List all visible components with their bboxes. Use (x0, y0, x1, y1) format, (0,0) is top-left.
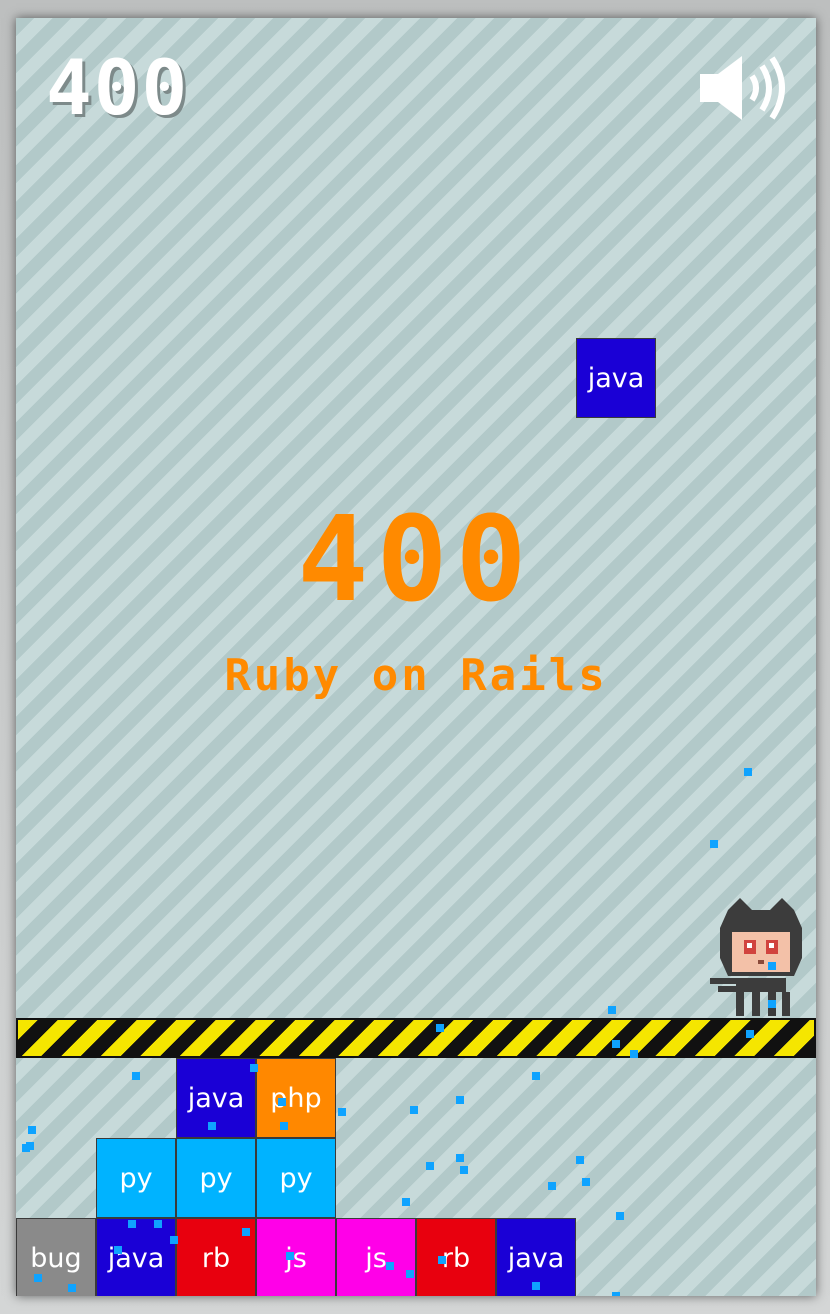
stack-block-php: php (256, 1058, 336, 1138)
stack-block-label: py (279, 1162, 313, 1194)
particle (22, 1144, 30, 1152)
particle (630, 1050, 638, 1058)
particle (406, 1270, 414, 1278)
particle (710, 840, 718, 848)
particle (402, 1198, 410, 1206)
particle (128, 1220, 136, 1228)
speaker-on-icon[interactable] (698, 52, 794, 124)
particle (608, 1006, 616, 1014)
particle (208, 1122, 216, 1130)
stack-block-py: py (96, 1138, 176, 1218)
stack-block-label: bug (30, 1242, 82, 1274)
particle (280, 1122, 288, 1130)
stack-block-label: java (187, 1082, 245, 1114)
stack-block-py: py (176, 1138, 256, 1218)
particle (68, 1284, 76, 1292)
particle (768, 1000, 776, 1008)
hazard-line (16, 1018, 816, 1058)
particle (746, 1030, 754, 1038)
particle (456, 1154, 464, 1162)
score-display: 400 (46, 43, 190, 132)
particle (612, 1040, 620, 1048)
stack-block-js: js (256, 1218, 336, 1296)
particle (438, 1256, 446, 1264)
particle (616, 1212, 624, 1220)
particle (426, 1162, 434, 1170)
particle (410, 1106, 418, 1114)
particle (34, 1274, 42, 1282)
particle (532, 1072, 540, 1080)
particle (460, 1166, 468, 1174)
particle (456, 1096, 464, 1104)
particle (278, 1098, 286, 1106)
particle (582, 1178, 590, 1186)
game-board[interactable]: 400 java 400 Ruby on Rails bug java rb j… (16, 18, 816, 1296)
stack-block-java: java (96, 1218, 176, 1296)
particle (532, 1282, 540, 1290)
stack-block-java: java (176, 1058, 256, 1138)
particle (170, 1236, 178, 1244)
particle (768, 962, 776, 970)
stack-block-py: py (256, 1138, 336, 1218)
particle (250, 1064, 258, 1072)
particle (744, 768, 752, 776)
stack-block-js: js (336, 1218, 416, 1296)
stack-block-bug: bug (16, 1218, 96, 1296)
particle (436, 1024, 444, 1032)
stack-block-label: rb (201, 1242, 231, 1274)
particle (28, 1126, 36, 1134)
particle (286, 1252, 294, 1260)
particle (338, 1108, 346, 1116)
stack-block-label: js (365, 1242, 387, 1274)
stack-block-label: java (507, 1242, 565, 1274)
popup-language: Ruby on Rails (224, 650, 608, 701)
stack-block-label: py (199, 1162, 233, 1194)
game-frame: 400 java 400 Ruby on Rails bug java rb j… (0, 0, 830, 1314)
particle (612, 1292, 620, 1296)
particle (132, 1072, 140, 1080)
particle (114, 1246, 122, 1254)
particle (576, 1156, 584, 1164)
stack-block-label: rb (441, 1242, 471, 1274)
particle (386, 1262, 394, 1270)
stack-block-label: py (119, 1162, 153, 1194)
falling-block: java (576, 338, 656, 418)
falling-block-label: java (587, 362, 645, 394)
particle (154, 1220, 162, 1228)
popup-score: 400 (297, 490, 535, 628)
stack-block-rb: rb (416, 1218, 496, 1296)
octocat-mascot-icon (710, 898, 802, 1016)
particle (242, 1228, 250, 1236)
particle (548, 1182, 556, 1190)
